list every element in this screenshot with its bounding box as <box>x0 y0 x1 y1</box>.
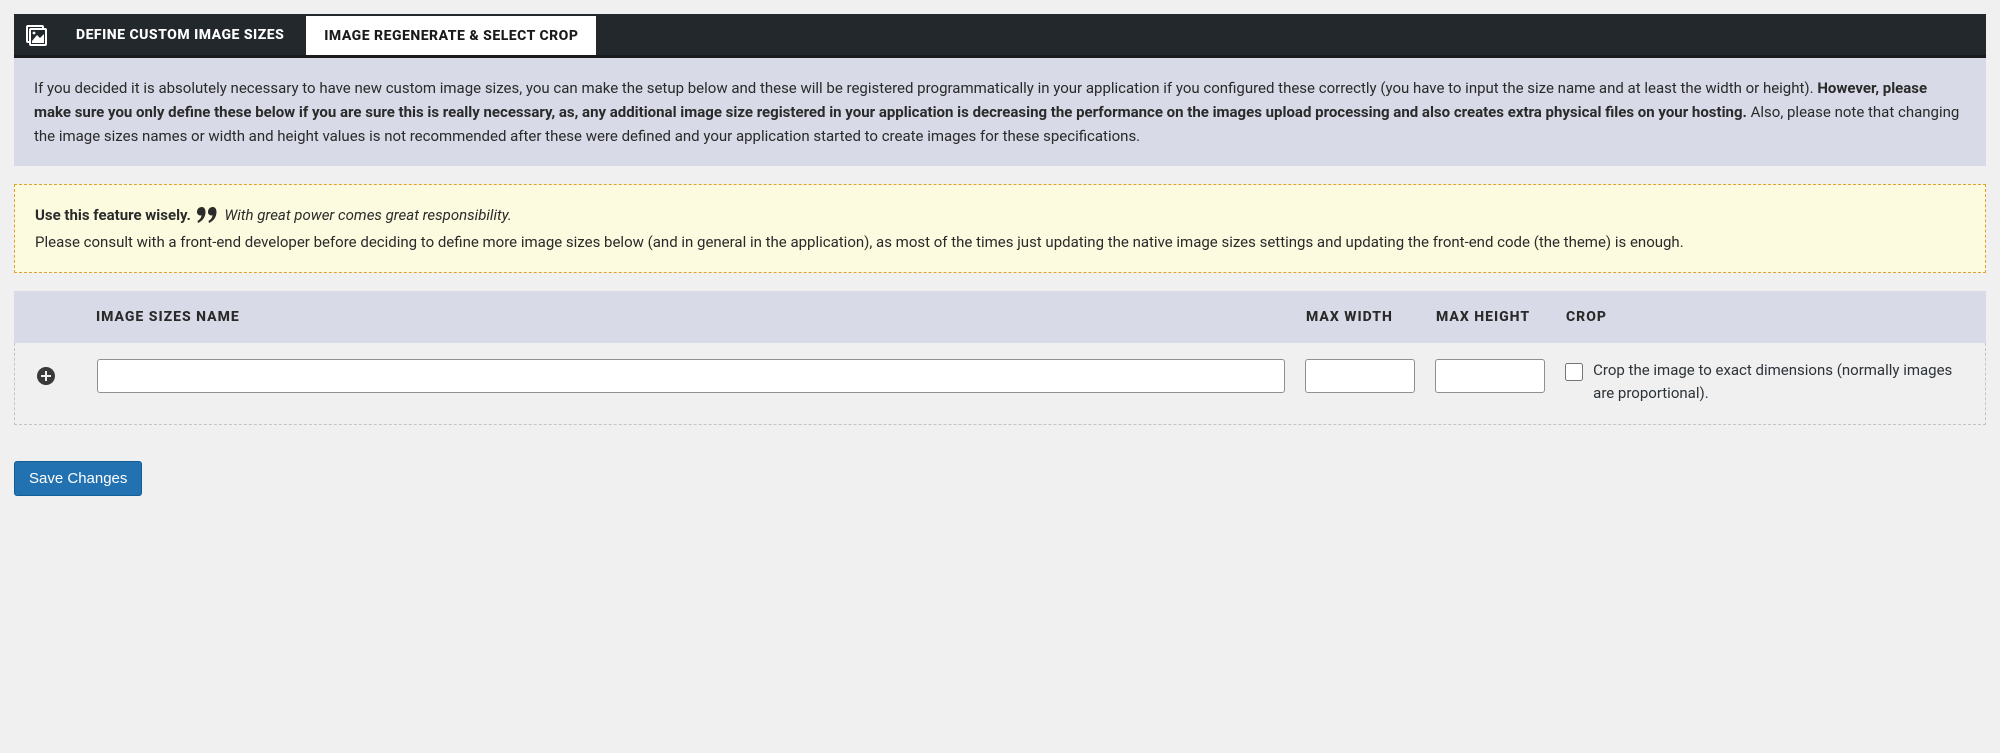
warning-lead: Use this feature wisely. <box>35 206 191 224</box>
table-row: Crop the image to exact dimensions (norm… <box>14 343 1986 425</box>
add-row-button[interactable] <box>35 365 57 387</box>
col-header-name: IMAGE SIZES NAME <box>96 309 1306 325</box>
warning-panel: Use this feature wisely. With great powe… <box>14 184 1986 273</box>
save-changes-button[interactable]: Save Changes <box>14 461 142 496</box>
crop-label: Crop the image to exact dimensions (norm… <box>1593 359 1955 404</box>
crop-option[interactable]: Crop the image to exact dimensions (norm… <box>1565 359 1955 404</box>
max-height-input[interactable] <box>1435 359 1545 393</box>
tab-bar: DEFINE CUSTOM IMAGE SIZES IMAGE REGENERA… <box>14 14 1986 58</box>
max-width-input[interactable] <box>1305 359 1415 393</box>
tab-label: DEFINE CUSTOM IMAGE SIZES <box>76 27 284 43</box>
info-text-part1: If you decided it is absolutely necessar… <box>34 79 1817 97</box>
crop-checkbox[interactable] <box>1565 360 1583 384</box>
warning-quote: With great power comes great responsibil… <box>224 206 511 224</box>
warning-body: Please consult with a front-end develope… <box>35 230 1965 254</box>
info-panel: If you decided it is absolutely necessar… <box>14 58 1986 166</box>
tab-image-regenerate-select-crop[interactable]: IMAGE REGENERATE & SELECT CROP <box>306 16 596 55</box>
image-size-name-input[interactable] <box>97 359 1285 393</box>
table-header-row: IMAGE SIZES NAME MAX WIDTH MAX HEIGHT CR… <box>14 291 1986 343</box>
col-header-max-height: MAX HEIGHT <box>1436 309 1566 325</box>
tab-label: IMAGE REGENERATE & SELECT CROP <box>324 28 578 44</box>
image-sizes-table: IMAGE SIZES NAME MAX WIDTH MAX HEIGHT CR… <box>14 291 1986 425</box>
quote-icon <box>197 206 217 230</box>
col-header-crop: CROP <box>1566 309 1966 325</box>
tab-define-custom-image-sizes[interactable]: DEFINE CUSTOM IMAGE SIZES <box>58 14 302 55</box>
save-button-label: Save Changes <box>29 470 127 487</box>
col-header-max-width: MAX WIDTH <box>1306 309 1436 325</box>
app-icon <box>14 14 58 55</box>
